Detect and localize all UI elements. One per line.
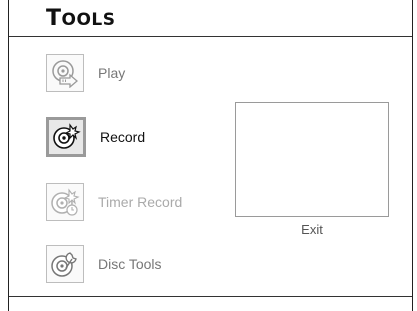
menu-item-play[interactable]: Play: [46, 51, 125, 95]
page-title: TOOLS: [46, 6, 116, 31]
menu-item-label: Timer Record: [98, 194, 183, 210]
footer-divider: [9, 296, 412, 297]
preview-pane: [235, 102, 389, 217]
menu-item-record[interactable]: Record: [46, 115, 145, 159]
disc-play-icon: [46, 54, 84, 92]
disc-record-icon: [46, 117, 86, 157]
menu-item-label: Record: [100, 129, 146, 145]
menu-item-label: Disc Tools: [98, 256, 162, 272]
exit-button[interactable]: Exit: [235, 222, 389, 237]
title-divider: [9, 36, 412, 37]
menu-item-disc-tools[interactable]: Disc Tools: [46, 242, 162, 286]
disc-tools-icon: [46, 245, 84, 283]
menu-item-timer-record[interactable]: Timer Record: [46, 180, 182, 224]
menu-item-label: Play: [98, 65, 126, 81]
disc-timer-record-icon: [46, 183, 84, 221]
